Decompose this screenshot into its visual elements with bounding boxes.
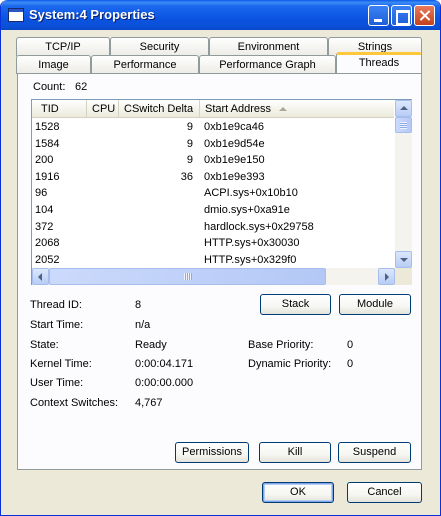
kill-button[interactable]: Kill	[259, 442, 331, 463]
base-priority-label: Base Priority:	[248, 339, 314, 351]
cancel-button[interactable]: Cancel	[347, 482, 422, 503]
table-row[interactable]: 1528 9 0xb1e9ca46	[32, 119, 394, 135]
cell-start-address: 0xb1e9d54e	[204, 137, 265, 150]
arrow-right-icon	[385, 273, 389, 281]
tab-performance-graph[interactable]: Performance Graph	[199, 55, 336, 74]
permissions-button[interactable]: Permissions	[175, 442, 249, 463]
table-row[interactable]: 1584 9 0xb1e9d54e	[32, 136, 394, 152]
table-row[interactable]: 2068 HTTP.sys+0x30030	[32, 235, 394, 251]
tab-threads[interactable]: Threads	[336, 52, 422, 73]
scroll-right-button[interactable]	[378, 268, 395, 285]
tab-performance[interactable]: Performance	[91, 55, 199, 74]
context-switches-label: Context Switches:	[30, 397, 119, 409]
cell-cswitch-delta: 9	[186, 154, 193, 167]
tab-tcpip[interactable]: TCP/IP	[16, 37, 110, 56]
cell-start-address: HTTP.sys+0x30030	[204, 237, 300, 250]
horizontal-scrollbar[interactable]	[32, 268, 395, 285]
cell-tid: 200	[35, 154, 54, 167]
kernel-time-value: 0:00:04.171	[135, 358, 194, 370]
cell-start-address: hardlock.sys+0x29758	[204, 220, 314, 233]
user-time-value: 0:00:00.000	[135, 377, 194, 389]
dynamic-priority-value: 0	[347, 358, 354, 370]
cell-start-address: 0xb1e9ca46	[204, 121, 264, 133]
maximize-button[interactable]	[391, 5, 412, 26]
cell-tid: 1584	[35, 137, 60, 150]
cell-start-address: 0xb1e9e150	[204, 154, 265, 167]
context-switches-value: 4,767	[135, 397, 163, 409]
vertical-scrollbar[interactable]	[395, 100, 412, 268]
thread-id-value: 8	[135, 299, 142, 311]
stack-button[interactable]: Stack	[260, 294, 331, 315]
cell-tid: 2068	[35, 237, 60, 250]
kernel-time-label: Kernel Time:	[30, 358, 92, 370]
tab-environment[interactable]: Environment	[209, 37, 328, 56]
window-icon	[8, 8, 24, 22]
table-row[interactable]: 96 ACPI.sys+0x10b10	[32, 185, 394, 201]
arrow-up-icon	[400, 106, 408, 110]
arrow-down-icon	[400, 258, 408, 262]
cell-cswitch-delta: 36	[180, 170, 193, 183]
cell-tid: 1528	[35, 121, 60, 133]
start-time-value: n/a	[135, 319, 151, 331]
count-value: 62	[75, 81, 88, 93]
vertical-scroll-thumb[interactable]	[395, 117, 412, 133]
window-title: System:4 Properties	[29, 7, 155, 22]
base-priority-value: 0	[347, 339, 354, 351]
column-header-tid[interactable]: TID	[32, 100, 87, 118]
tab-security[interactable]: Security	[110, 37, 209, 56]
ok-button[interactable]: OK	[262, 482, 334, 503]
threads-list[interactable]: TID CPU CSwitch Delta Start Address 1528…	[31, 99, 412, 285]
table-row[interactable]: 1916 36 0xb1e9e393	[32, 169, 394, 185]
cell-start-address: 0xb1e9e393	[204, 170, 265, 183]
table-row[interactable]: 2052 HTTP.sys+0x329f0	[32, 252, 394, 268]
cell-tid: 1916	[35, 170, 60, 183]
dynamic-priority-label: Dynamic Priority:	[248, 358, 332, 370]
scrollbar-corner	[395, 268, 412, 285]
start-time-label: Start Time:	[30, 319, 84, 331]
state-label: State:	[30, 339, 59, 351]
suspend-button[interactable]: Suspend	[338, 442, 411, 463]
minimize-button[interactable]	[368, 5, 389, 26]
column-header-cpu[interactable]: CPU	[87, 100, 119, 118]
count-label: Count:	[33, 81, 66, 93]
horizontal-scroll-thumb[interactable]	[49, 268, 326, 285]
close-button[interactable]	[414, 5, 435, 26]
tab-image[interactable]: Image	[16, 55, 91, 74]
cell-tid: 104	[35, 204, 54, 216]
state-value: Ready	[135, 339, 167, 351]
cell-start-address: dmio.sys+0xa91e	[204, 204, 290, 216]
table-row[interactable]: 372 hardlock.sys+0x29758	[32, 219, 394, 235]
list-header: TID CPU CSwitch Delta Start Address	[32, 100, 394, 118]
cell-start-address: ACPI.sys+0x10b10	[204, 187, 298, 200]
cell-tid: 2052	[35, 253, 60, 266]
column-header-start-address[interactable]: Start Address	[200, 100, 394, 118]
table-row[interactable]: 104 dmio.sys+0xa91e	[32, 202, 394, 218]
module-button[interactable]: Module	[339, 294, 411, 315]
cell-cswitch-delta: 9	[186, 121, 193, 133]
user-time-label: User Time:	[30, 377, 84, 389]
cell-tid: 372	[35, 220, 54, 233]
cell-cswitch-delta: 9	[186, 137, 193, 150]
column-header-cswitch-delta[interactable]: CSwitch Delta	[119, 100, 200, 118]
scroll-left-button[interactable]	[32, 268, 49, 285]
title-bar[interactable]: System:4 Properties	[1, 0, 440, 30]
cell-start-address: HTTP.sys+0x329f0	[204, 253, 297, 266]
scroll-up-button[interactable]	[395, 100, 412, 117]
sort-ascending-icon	[279, 107, 288, 112]
properties-window: System:4 Properties TCP/IP Security Envi…	[0, 0, 441, 516]
scroll-down-button[interactable]	[395, 251, 412, 268]
table-row[interactable]: 200 9 0xb1e9e150	[32, 152, 394, 168]
thread-id-label: Thread ID:	[30, 299, 82, 311]
arrow-left-icon	[38, 273, 42, 281]
cell-tid: 96	[35, 187, 48, 200]
